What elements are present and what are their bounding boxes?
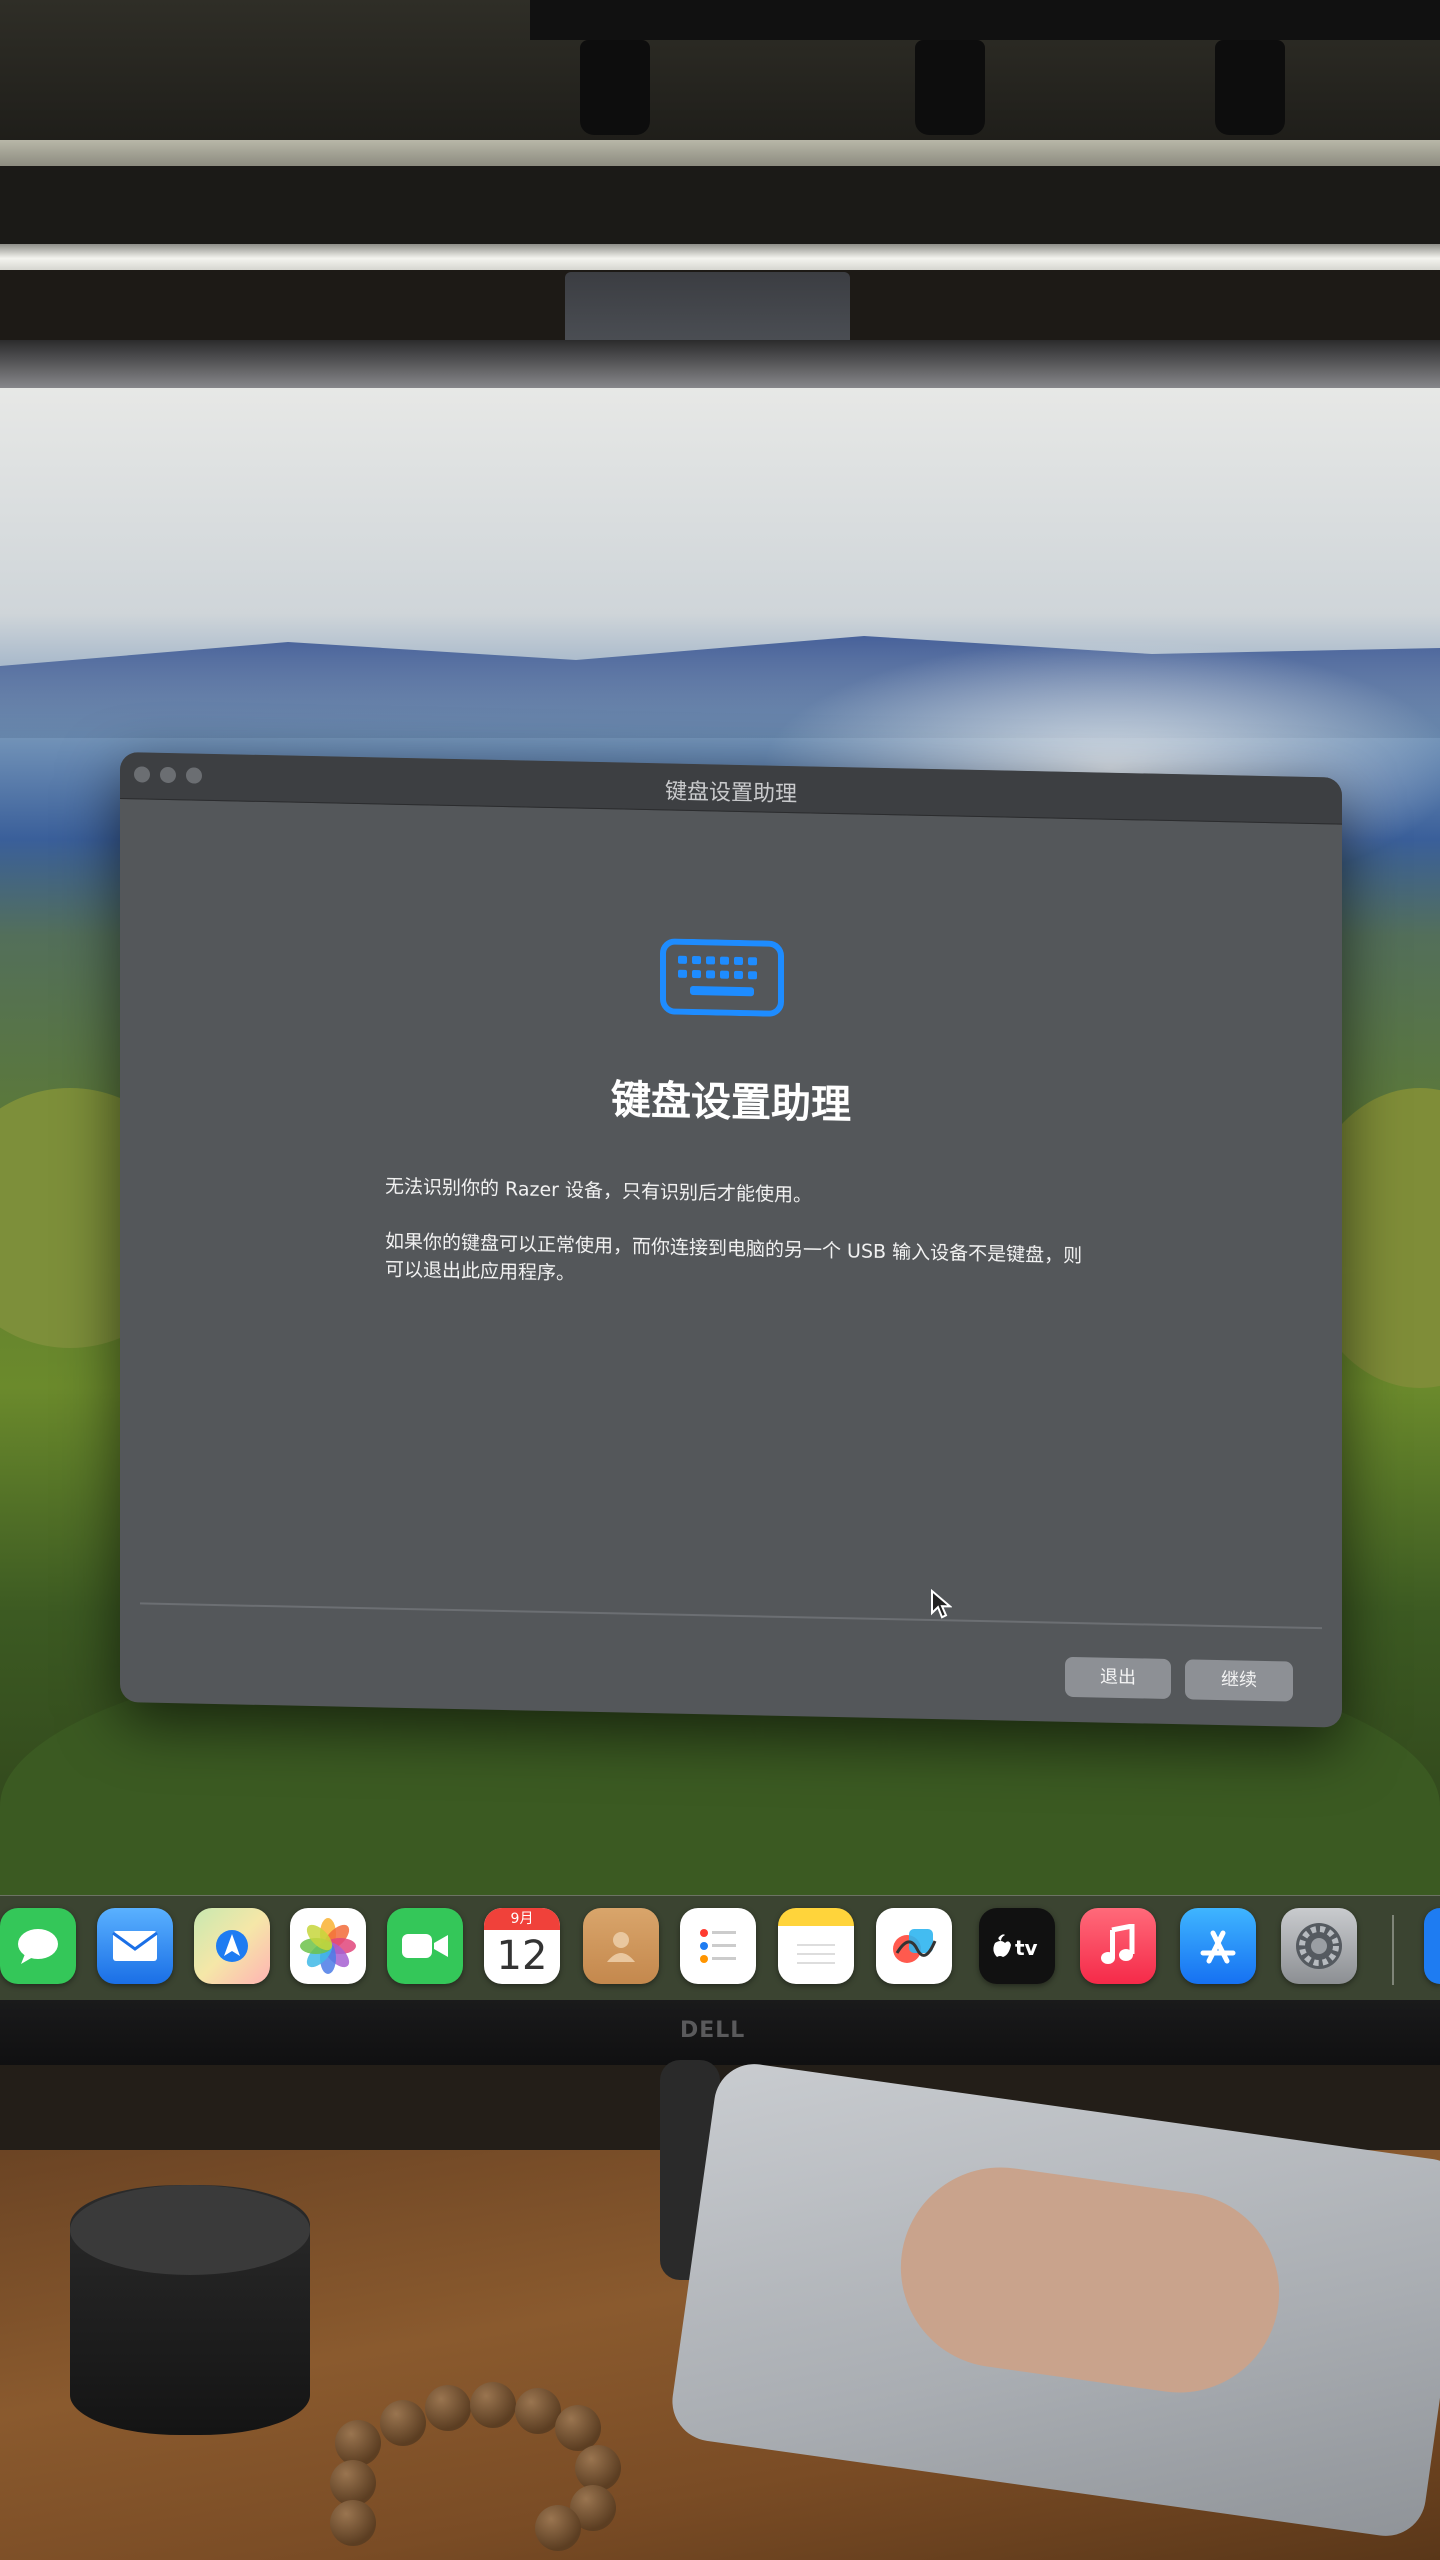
control-knob-top (70, 2185, 310, 2275)
info-message: 如果你的键盘可以正常使用，而你连接到电脑的另一个 USB 输入设备不是键盘，则可… (385, 1230, 1083, 1285)
dock-separator (1392, 1915, 1394, 1985)
light-track (530, 0, 1440, 40)
dialog-heading: 键盘设置助理 (611, 1077, 851, 1129)
calendar-icon[interactable]: 9月 12 (484, 1908, 560, 1984)
facetime-icon[interactable] (387, 1908, 463, 1984)
system-settings-icon[interactable] (1281, 1908, 1357, 1984)
music-icon[interactable] (1080, 1908, 1156, 1984)
bracelet-bead (575, 2445, 621, 2491)
continue-button[interactable]: 继续 (1185, 1659, 1293, 1702)
tv-icon[interactable]: tv (979, 1908, 1055, 1984)
mail-icon[interactable] (97, 1908, 173, 1984)
reminders-icon[interactable] (680, 1908, 756, 1984)
calendar-month: 9月 (484, 1908, 560, 1930)
spotlight (1215, 40, 1285, 135)
app-store-icon[interactable] (1180, 1908, 1256, 1984)
bracelet-bead (335, 2420, 381, 2466)
spotlight (915, 40, 985, 135)
bracelet-bead (555, 2405, 601, 2451)
svg-text:tv: tv (1015, 1936, 1038, 1960)
light-bar-led (0, 244, 1440, 270)
quit-button[interactable]: 退出 (1065, 1656, 1171, 1700)
maps-icon[interactable] (194, 1908, 270, 1984)
monitor-light-bar (0, 140, 1440, 166)
freeform-icon[interactable] (876, 1908, 952, 1984)
contacts-icon[interactable] (583, 1908, 659, 1984)
calendar-day: 12 (496, 1933, 548, 1979)
partial-dock-icon[interactable] (1424, 1908, 1440, 1984)
bracelet-bead (380, 2400, 426, 2446)
messages-icon[interactable] (0, 1908, 76, 1984)
spotlight (580, 40, 650, 135)
light-bar-shadow (0, 166, 1440, 246)
footer-divider (140, 1602, 1322, 1630)
photos-icon[interactable] (290, 1908, 366, 1984)
mouse-pointer-icon (931, 1588, 952, 1619)
keyboard-icon (660, 938, 784, 1017)
bracelet-bead (535, 2505, 581, 2551)
bracelet-bead (330, 2500, 376, 2546)
bracelet-bead (425, 2385, 471, 2431)
bracelet-bead (470, 2382, 516, 2428)
notes-icon[interactable] (778, 1908, 854, 1984)
error-message: 无法识别你的 Razer 设备，只有识别后才能使用。 (385, 1175, 812, 1207)
keyboard-setup-assistant-window[interactable]: 键盘设置助理 键盘设置助理 无法识别你的 Razer 设备，只有识别后才能使用。… (120, 752, 1342, 1728)
monitor-top-bezel (0, 340, 1440, 390)
monitor-brand-logo: DELL (680, 2018, 746, 2043)
